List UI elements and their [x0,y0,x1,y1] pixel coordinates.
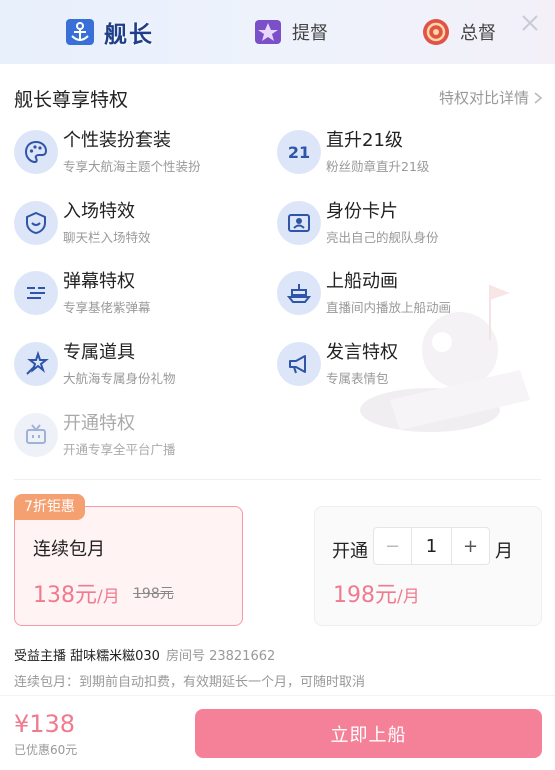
privilege-name: 弹幕特权 [63,271,135,292]
palette-icon [14,130,58,174]
divider [14,479,541,480]
plan-price: 138元/月 [33,583,120,608]
id-card-icon [277,201,321,245]
chevron-right-icon [534,91,543,104]
ship-icon [277,271,321,315]
compare-privileges-link[interactable]: 特权对比详情 [439,87,543,108]
tab-captain-label: 舰长 [104,22,154,48]
privileges-title: 舰长尊享特权 [14,89,129,111]
close-icon[interactable] [517,10,543,36]
increase-button[interactable]: + [452,528,489,564]
decrease-button[interactable]: − [374,528,411,564]
board-now-button[interactable]: 立即上船 [195,709,542,758]
privilege-name: 专属道具 [63,342,135,363]
privilege-outfit[interactable]: 个性装扮套装 专享大航海主题个性装扮 [14,126,264,186]
admiral-badge-icon [255,20,281,44]
privilege-id-card[interactable]: 身份卡片 亮出自己的舰队身份 [277,197,527,257]
privilege-name: 开通特权 [63,413,135,434]
compare-link-label: 特权对比详情 [438,89,529,107]
privilege-name: 发言特权 [326,342,398,363]
tab-admiral-label: 提督 [292,23,328,44]
month-quantity-stepper: − 1 + [373,527,490,565]
beneficiary-streamer: 受益主播 甜味糯米糍030 [14,649,160,664]
privilege-name: 个性装扮套装 [63,130,171,151]
privilege-desc: 开通专享全平台广播 [63,442,176,457]
privilege-desc: 大航海专属身份礼物 [63,371,176,386]
plan-price: 198元/月 [333,583,420,608]
room-number: 房间号 23821662 [165,649,276,664]
month-unit-label: 月 [495,541,513,562]
quantity-value[interactable]: 1 [411,528,452,564]
tv-icon [14,413,58,457]
magic-wand-icon [14,342,58,386]
auto-renew-note: 连续包月：到期前自动扣费，有效期延长一个月，可随时取消 [14,675,366,690]
privilege-name: 直升21级 [326,130,403,151]
tab-captain[interactable]: 舰长 [64,12,154,52]
plan-continuous-monthly[interactable]: 连续包月 138元/月 198元 [14,506,243,626]
anchor-badge-icon [66,19,94,45]
plan-name: 连续包月 [33,539,105,560]
privilege-exclusive-item[interactable]: 专属道具 大航海专属身份礼物 [14,338,264,398]
privilege-desc: 专享基佬紫弹幕 [63,300,151,315]
tab-governor[interactable]: 总督 [420,12,496,52]
privilege-desc: 专享大航海主题个性装扮 [63,159,201,174]
level-21-icon: 21 [277,130,321,174]
privilege-name: 上船动画 [326,271,398,292]
privilege-name: 身份卡片 [326,201,398,222]
privilege-danmaku[interactable]: 弹幕特权 专享基佬紫弹幕 [14,267,264,327]
governor-badge-icon [423,19,449,45]
privilege-desc: 聊天栏入场特效 [63,230,151,245]
privilege-level-up[interactable]: 21 直升21级 粉丝勋章直升21级 [277,126,527,186]
level-tabs: 舰长 提督 总督 [0,0,555,64]
open-label: 开通 [332,541,368,562]
discount-badge: 7折钜惠 [14,494,85,520]
plan-single-purchase[interactable]: 开通 − 1 + 月 198元/月 [314,506,542,626]
privilege-name: 入场特效 [63,201,135,222]
privilege-desc: 专属表情包 [326,371,389,386]
privilege-boarding-animation[interactable]: 上船动画 直播间内播放上船动画 [277,267,527,327]
privilege-desc: 粉丝勋章直升21级 [326,159,430,174]
privilege-entrance[interactable]: 入场特效 聊天栏入场特效 [14,197,264,257]
privilege-desc: 亮出自己的舰队身份 [326,230,439,245]
danmaku-icon [14,271,58,315]
privilege-open-broadcast[interactable]: 开通特权 开通专享全平台广播 [14,409,264,469]
checkout-bar: ¥138 已优惠60元 立即上船 [0,695,555,770]
privilege-speech[interactable]: 发言特权 专属表情包 [277,338,527,398]
tab-admiral[interactable]: 提督 [252,12,328,52]
megaphone-icon [277,342,321,386]
plan-original-price: 198元 [133,586,174,602]
discount-amount: 已优惠60元 [14,743,78,757]
tab-governor-label: 总督 [460,23,496,44]
total-price: ¥138 [14,710,76,738]
privilege-desc: 直播间内播放上船动画 [326,300,452,315]
entrance-badge-icon [14,201,58,245]
svg-text:21: 21 [288,143,310,162]
beneficiary-info: 受益主播 甜味糯米糍030 房间号 23821662 [14,645,275,664]
